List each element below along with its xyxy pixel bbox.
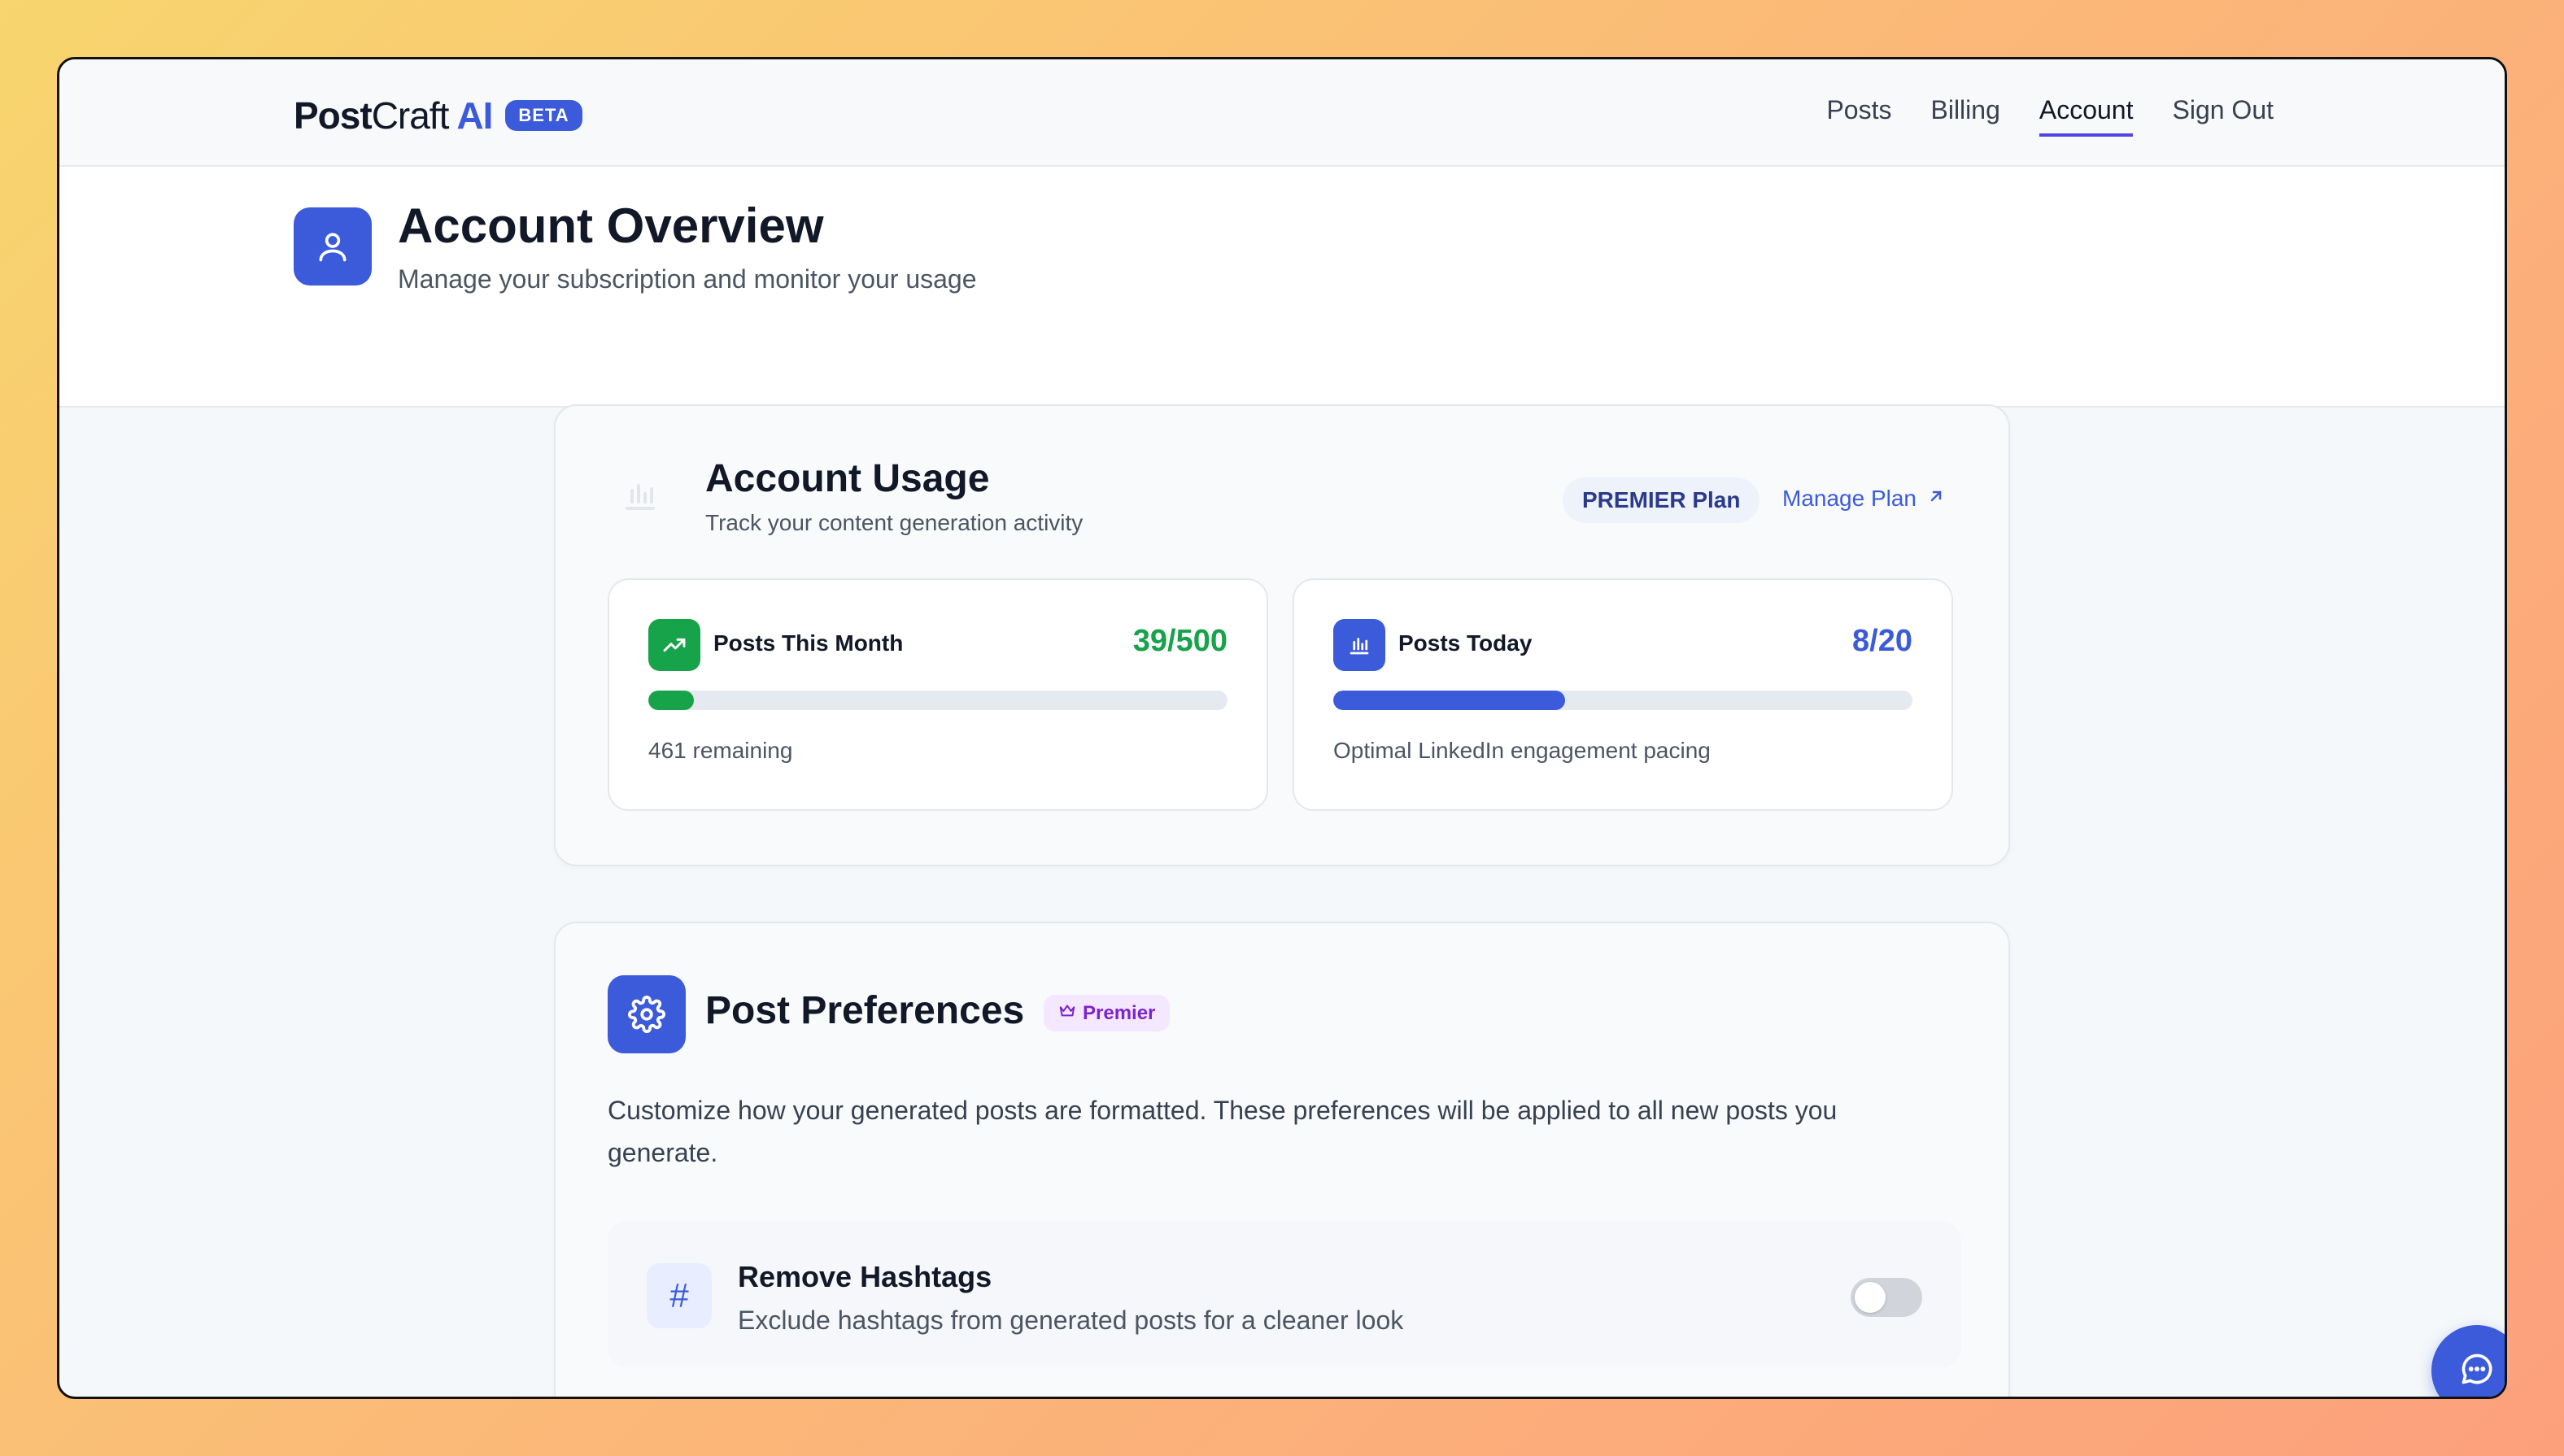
page-header: Account Overview Manage your subscriptio… — [59, 167, 2505, 408]
app-window: PostCraft AI BETA Posts Billing Account S… — [57, 57, 2507, 1399]
beta-badge: BETA — [505, 100, 582, 131]
usage-subtitle: Track your content generation activity — [705, 510, 1084, 535]
nav-sign-out[interactable]: Sign Out — [2172, 95, 2274, 137]
bar-chart-icon — [1333, 619, 1385, 671]
toggle-knob — [1855, 1282, 1886, 1313]
user-icon — [294, 207, 372, 286]
external-arrow-icon — [1926, 486, 1946, 512]
manage-plan-link[interactable]: Manage Plan — [1782, 486, 1946, 512]
top-navbar: PostCraft AI BETA Posts Billing Account S… — [59, 59, 2505, 167]
progress-bar — [648, 691, 1227, 710]
nav-links: Posts Billing Account Sign Out — [1826, 95, 2274, 137]
remove-hashtags-toggle[interactable] — [1851, 1278, 1922, 1317]
bar-chart-icon — [621, 476, 660, 519]
account-usage-card: Account Usage Track your content generat… — [554, 404, 2010, 866]
page-subtitle: Manage your subscription and monitor you… — [398, 264, 977, 294]
chat-icon — [2459, 1351, 2495, 1391]
stat-label: Posts Today — [1398, 630, 1533, 656]
preferences-title: Post Preferences — [705, 989, 1025, 1032]
pref-title: Remove Hashtags — [738, 1260, 992, 1293]
pref-remove-hashtags: # Remove Hashtags Exclude hashtags from … — [608, 1221, 1961, 1367]
stat-posts-month: Posts This Month 39/500 461 remaining — [608, 578, 1268, 811]
premier-badge: Premier — [1044, 995, 1171, 1031]
nav-posts[interactable]: Posts — [1826, 95, 1891, 137]
trending-up-icon — [648, 619, 700, 671]
manage-plan-label: Manage Plan — [1782, 486, 1917, 511]
usage-title: Account Usage — [705, 457, 990, 500]
progress-fill — [1333, 691, 1565, 710]
stat-posts-today: Posts Today 8/20 Optimal LinkedIn engage… — [1293, 578, 1953, 811]
page-title: Account Overview — [398, 198, 824, 253]
premier-badge-label: Premier — [1083, 1001, 1156, 1024]
pref-subtitle: Exclude hashtags from generated posts fo… — [738, 1306, 1404, 1335]
stat-note: 461 remaining — [648, 738, 793, 763]
gear-icon — [608, 975, 686, 1053]
preferences-description: Customize how your generated posts are f… — [608, 1096, 1838, 1167]
plan-badge: PREMIER Plan — [1563, 477, 1760, 523]
stat-label: Posts This Month — [713, 630, 904, 656]
chat-button[interactable] — [2431, 1325, 2505, 1397]
stat-value: 8/20 — [1852, 624, 1912, 658]
nav-billing[interactable]: Billing — [1930, 95, 1999, 137]
progress-bar — [1333, 691, 1912, 710]
post-preferences-card: Post Preferences Premier Customize how y… — [554, 922, 2010, 1397]
stat-value: 39/500 — [1132, 624, 1227, 658]
progress-fill — [648, 691, 694, 710]
stat-note: Optimal LinkedIn engagement pacing — [1333, 738, 1711, 763]
crown-icon — [1058, 1001, 1076, 1025]
nav-account[interactable]: Account — [2039, 95, 2134, 137]
hash-icon: # — [647, 1263, 712, 1328]
brand-name: PostCraft AI — [294, 94, 493, 137]
brand-logo[interactable]: PostCraft AI BETA — [294, 94, 582, 137]
